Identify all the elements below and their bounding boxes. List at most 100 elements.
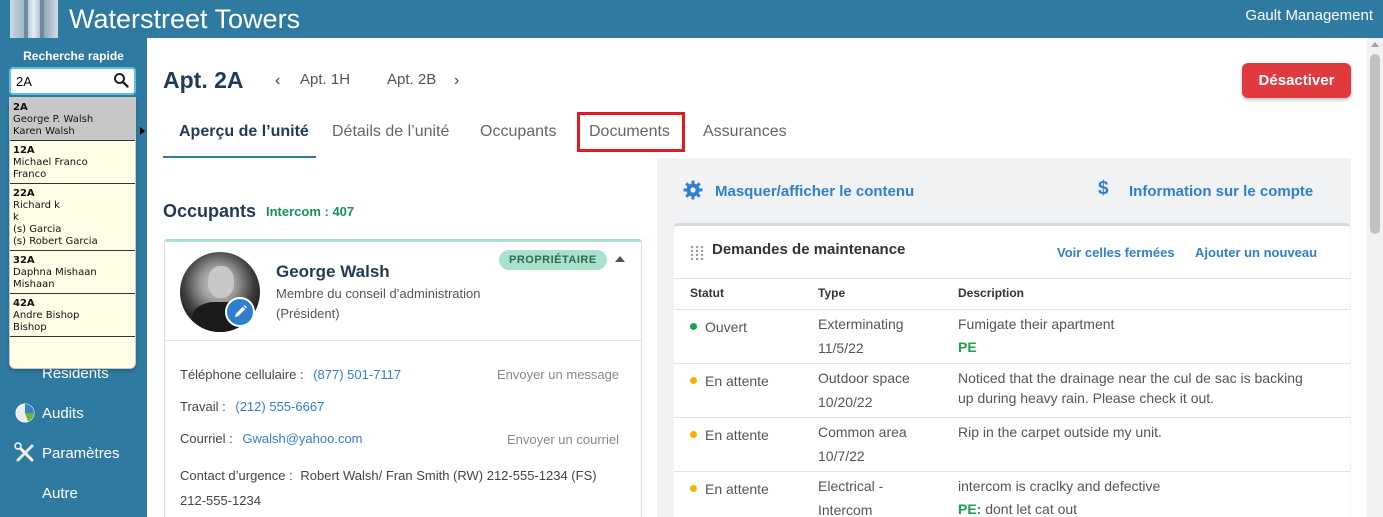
status-cell: Ouvert xyxy=(690,317,747,337)
account-info-link[interactable]: Information sur le compte xyxy=(1129,183,1313,200)
type-cell: Outdoor space 10/20/22 xyxy=(818,366,910,414)
search-result-apt: 22A xyxy=(13,188,35,199)
collapse-icon[interactable] xyxy=(615,256,625,262)
pe-note: PE xyxy=(958,337,1114,357)
search-result-name: Bishop xyxy=(13,322,47,333)
status-dot-icon xyxy=(690,485,697,492)
blank-icon xyxy=(14,482,36,504)
sidebar-item-other[interactable]: Autre xyxy=(14,482,78,504)
search-result-name: Karen Walsh xyxy=(13,126,75,137)
work-phone-link[interactable]: (212) 555-6667 xyxy=(235,399,324,414)
send-message-link[interactable]: Envoyer un message xyxy=(497,367,619,382)
description-cell[interactable]: Fumigate their apartment PE xyxy=(958,314,1114,357)
description-text: Rip in the carpet outside my unit. xyxy=(958,424,1162,440)
search-result-apt: 2A xyxy=(13,102,28,113)
search-result-item[interactable]: 12A Michael Franco Franco xyxy=(10,141,135,184)
pe-label: PE xyxy=(958,339,977,355)
active-tab-indicator xyxy=(163,156,316,158)
scroll-up-icon[interactable] xyxy=(1371,42,1379,47)
drag-handle-icon[interactable] xyxy=(690,245,704,261)
divider xyxy=(674,278,1350,279)
edit-avatar-button[interactable] xyxy=(225,297,255,327)
type-cell: Electrical - Intercom xyxy=(818,474,883,517)
add-new-link[interactable]: Ajouter un nouveau xyxy=(1195,245,1317,260)
type-cell: Exterminating 11/5/22 xyxy=(818,312,904,360)
search-result-item[interactable]: 32A Daphna Mishaan Mishaan xyxy=(10,251,135,294)
column-header-description: Description xyxy=(958,286,1025,300)
type-cell: Common area 10/7/22 xyxy=(818,420,907,468)
email-label: Courriel : xyxy=(180,431,233,446)
occupant-card: George Walsh Membre du conseil d’adminis… xyxy=(164,239,642,517)
search-result-name: k xyxy=(13,212,19,223)
scrollbar[interactable] xyxy=(1367,38,1383,517)
divider xyxy=(674,363,1350,364)
sidebar-item-label: Audits xyxy=(42,404,84,422)
description-cell[interactable]: Rip in the carpet outside my unit. xyxy=(958,422,1162,442)
column-header-type: Type xyxy=(818,286,846,300)
status-label: En attente xyxy=(705,373,769,389)
type-text: 11/5/22 xyxy=(818,340,864,356)
emergency-contact-row: Contact d’urgence : Robert Walsh/ Fran S… xyxy=(180,463,630,513)
toggle-content-link[interactable]: Masquer/afficher le contenu xyxy=(715,183,914,200)
search-result-name: Michael Franco xyxy=(13,157,88,168)
sidebar-item-settings[interactable]: Paramètres xyxy=(14,442,120,464)
deactivate-button[interactable]: Désactiver xyxy=(1242,63,1351,98)
chevron-left-icon[interactable]: ‹ xyxy=(275,72,280,90)
gear-icon[interactable] xyxy=(683,180,703,200)
work-phone-label: Travail : xyxy=(180,399,226,414)
documents-tab-highlight xyxy=(577,112,685,152)
search-result-name: Mishaan xyxy=(13,279,55,290)
description-text: Noticed that the drainage near the cul d… xyxy=(958,370,1303,386)
app-title: Waterstreet Towers xyxy=(69,4,301,34)
occupant-role: Membre du conseil d’administration (Prés… xyxy=(276,286,481,321)
status-cell: En attente xyxy=(690,479,769,499)
email-link[interactable]: Gwalsh@yahoo.com xyxy=(242,431,362,446)
search-icon[interactable] xyxy=(113,72,129,88)
description-cell[interactable]: Noticed that the drainage near the cul d… xyxy=(958,368,1303,408)
pie-chart-icon xyxy=(15,403,35,423)
emergency-contact-label: Contact d’urgence : xyxy=(180,468,293,483)
company-name[interactable]: Gault Management xyxy=(1245,7,1373,24)
previous-unit-link[interactable]: Apt. 1H xyxy=(300,71,350,88)
page-title: Apt. 2A xyxy=(163,67,244,93)
scroll-thumb[interactable] xyxy=(1370,54,1380,234)
owner-badge: PROPRIÉTAIRE xyxy=(499,250,607,270)
dollar-icon[interactable]: $ xyxy=(1098,178,1109,200)
search-result-item[interactable]: 42A Andre Bishop Bishop xyxy=(10,294,135,337)
tab-unit-overview[interactable]: Aperçu de l’unité xyxy=(179,123,309,141)
quick-search-input[interactable] xyxy=(16,72,111,90)
pe-note: PE: dont let cat out xyxy=(958,499,1160,517)
emergency-contact-value: Robert Walsh/ Fran Smith (RW) 212-555-12… xyxy=(300,468,597,483)
tab-occupants[interactable]: Occupants xyxy=(480,123,556,141)
description-cell[interactable]: intercom is craclky and defective PE: don… xyxy=(958,476,1160,517)
pe-text: dont let cat out xyxy=(981,501,1078,517)
top-bar: Waterstreet Towers Gault Management xyxy=(0,0,1383,38)
search-result-apt: 12A xyxy=(13,145,35,156)
cell-phone-link[interactable]: (877) 501-7117 xyxy=(313,367,401,382)
emergency-contact-value-2: 212-555-1234 xyxy=(180,493,261,508)
type-text: Electrical - xyxy=(818,478,884,494)
sidebar-item-label: Paramètres xyxy=(42,444,120,462)
description-text: up during heavy rain. Please check it ou… xyxy=(958,390,1215,406)
search-result-item[interactable]: 2A George P. Walsh Karen Walsh xyxy=(10,98,135,141)
cell-phone-label: Téléphone cellulaire : xyxy=(180,367,304,382)
send-email-link[interactable]: Envoyer un courriel xyxy=(507,432,619,447)
next-unit-link[interactable]: Apt. 2B xyxy=(387,71,436,88)
tab-unit-details[interactable]: Détails de l’unité xyxy=(332,123,449,141)
occupant-name[interactable]: George Walsh xyxy=(276,262,390,282)
cell-phone-row: Téléphone cellulaire : (877) 501-7117 xyxy=(180,367,401,382)
divider xyxy=(165,340,641,341)
view-closed-link[interactable]: Voir celles fermées xyxy=(1057,245,1175,260)
chevron-right-icon[interactable]: › xyxy=(454,72,459,90)
type-text: Exterminating xyxy=(818,316,904,332)
tab-insurance[interactable]: Assurances xyxy=(703,123,787,141)
intercom-number: Intercom : 407 xyxy=(266,204,355,219)
selected-result-caret xyxy=(140,127,145,135)
type-text: Outdoor space xyxy=(818,370,910,386)
type-text: 10/20/22 xyxy=(818,394,873,410)
status-cell: En attente xyxy=(690,425,769,445)
search-result-item[interactable]: 22A Richard k k (s) Garcia (s) Robert Garcia xyxy=(10,184,135,251)
quick-search-box[interactable] xyxy=(9,67,136,95)
search-result-name: (s) Garcia xyxy=(13,224,62,235)
sidebar-item-audits[interactable]: Audits xyxy=(14,402,84,424)
